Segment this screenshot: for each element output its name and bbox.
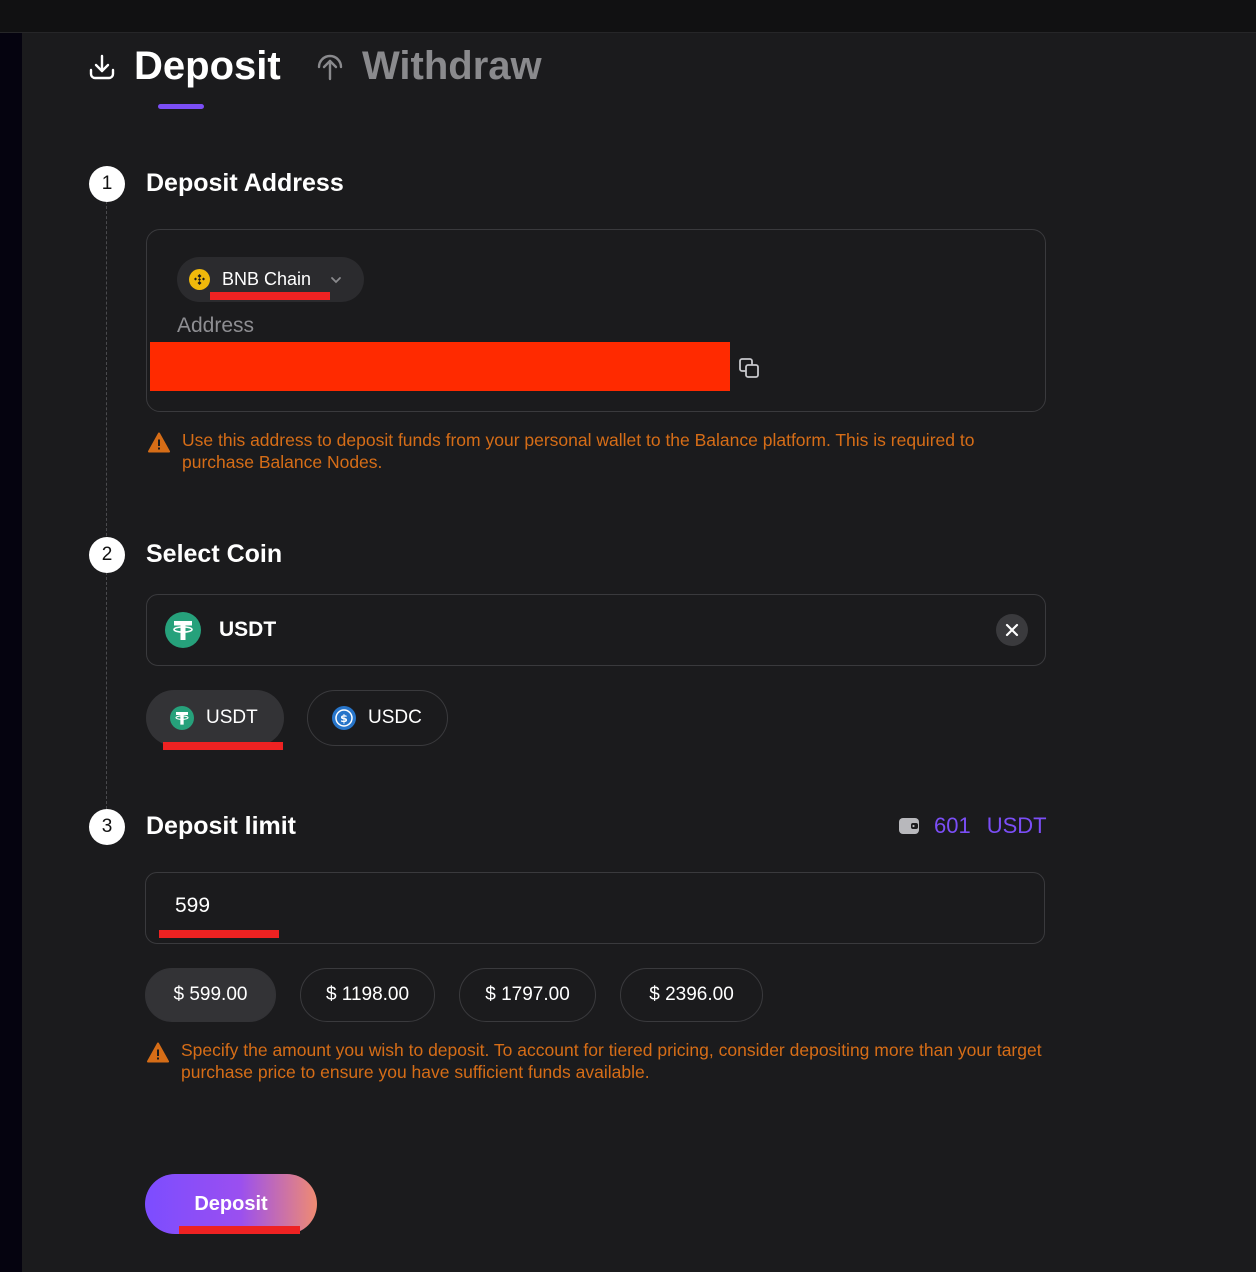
preset-amount-button[interactable]: $ 1797.00 (459, 968, 596, 1022)
step-title-select-coin: Select Coin (146, 540, 283, 568)
step-connector-line (106, 572, 107, 809)
tether-icon (170, 706, 194, 730)
step-title-deposit-limit: Deposit limit (146, 812, 297, 840)
tether-icon (165, 612, 201, 648)
step-number-2: 2 (89, 537, 125, 573)
chevron-down-icon (331, 276, 341, 283)
highlight-mark (179, 1226, 300, 1234)
tab-deposit-label: Deposit (134, 44, 281, 88)
coin-option-usdt[interactable]: USDT (146, 690, 284, 746)
tab-withdraw-label: Withdraw (362, 44, 542, 88)
preset-amount-button[interactable]: $ 599.00 (145, 968, 276, 1022)
warning-icon (147, 1042, 169, 1063)
deposit-button[interactable]: Deposit (145, 1174, 317, 1234)
step-connector-line (106, 201, 107, 536)
balance-value: 601 (934, 813, 971, 838)
coin-option-label: USDC (368, 707, 422, 728)
close-icon (1005, 623, 1019, 637)
highlight-mark (159, 930, 279, 938)
coin-option-usdc[interactable]: $ USDC (307, 690, 448, 746)
chain-selector-label: BNB Chain (222, 269, 312, 289)
active-tab-indicator (158, 104, 204, 109)
coin-option-label: USDT (206, 707, 258, 728)
svg-text:$: $ (340, 712, 348, 725)
preset-amount-button[interactable]: $ 2396.00 (620, 968, 763, 1022)
usdc-icon: $ (332, 706, 356, 730)
bnb-chain-icon (189, 269, 210, 290)
address-notice-text: Use this address to deposit funds from y… (182, 430, 975, 472)
upload-icon (317, 54, 343, 80)
deposit-address-redacted (150, 342, 730, 391)
wallet-balance: 601 USDT (898, 813, 1047, 839)
address-label: Address (177, 314, 255, 337)
preset-amount-button[interactable]: $ 1198.00 (300, 968, 435, 1022)
deposit-amount-input[interactable] (145, 872, 1045, 944)
tab-withdraw[interactable]: Withdraw (314, 44, 542, 89)
download-icon (89, 54, 115, 79)
deposit-amount-value: 599 (175, 894, 211, 917)
step-number-1: 1 (89, 166, 125, 202)
limit-notice-text: Specify the amount you wish to deposit. … (181, 1040, 1042, 1082)
tab-deposit[interactable]: Deposit (86, 44, 281, 89)
highlight-mark (163, 742, 283, 750)
address-notice: Use this address to deposit funds from y… (148, 429, 1008, 473)
selected-coin-label: USDT (219, 618, 277, 641)
copy-icon[interactable] (738, 357, 760, 384)
balance-currency: USDT (986, 813, 1047, 838)
limit-notice: Specify the amount you wish to deposit. … (147, 1039, 1047, 1083)
coin-select-field[interactable]: USDT (146, 594, 1046, 666)
highlight-mark (210, 292, 330, 300)
clear-selection-button[interactable] (996, 614, 1028, 646)
step-title-deposit-address: Deposit Address (146, 169, 344, 197)
left-sidebar-edge (0, 33, 22, 1272)
wallet-icon (899, 818, 919, 834)
top-bar (0, 0, 1256, 33)
warning-icon (148, 432, 170, 453)
step-number-3: 3 (89, 809, 125, 845)
